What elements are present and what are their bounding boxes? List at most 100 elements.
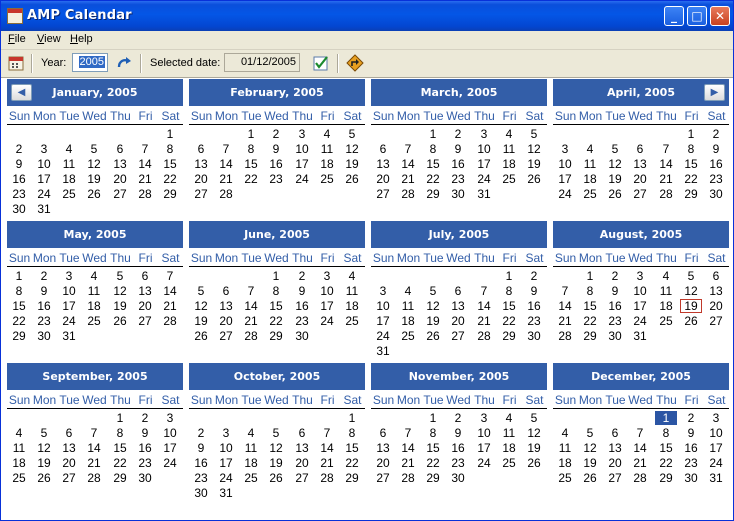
day-cell[interactable]: 7 (159, 269, 181, 283)
day-cell[interactable]: 23 (680, 456, 702, 470)
day-cell[interactable]: 22 (422, 172, 444, 186)
day-cell[interactable]: 15 (422, 157, 444, 171)
day-cell[interactable]: 7 (629, 426, 651, 440)
day-cell[interactable]: 7 (134, 142, 156, 156)
day-cell[interactable]: 26 (190, 329, 212, 343)
day-cell[interactable]: 29 (159, 187, 181, 201)
day-cell[interactable]: 29 (498, 329, 520, 343)
day-cell[interactable]: 27 (604, 471, 626, 485)
day-cell[interactable]: 25 (498, 172, 520, 186)
day-cell[interactable]: 2 (190, 426, 212, 440)
day-cell[interactable]: 12 (523, 426, 545, 440)
day-cell[interactable]: 5 (341, 127, 363, 141)
day-cell[interactable]: 20 (291, 456, 313, 470)
day-cell[interactable]: 21 (240, 314, 262, 328)
day-cell[interactable]: 30 (604, 329, 626, 343)
day-cell[interactable]: 13 (291, 441, 313, 455)
day-cell[interactable]: 8 (655, 426, 677, 440)
day-cell[interactable]: 4 (341, 269, 363, 283)
day-cell[interactable]: 10 (316, 284, 338, 298)
check-icon[interactable] (312, 54, 330, 72)
day-cell[interactable]: 15 (680, 157, 702, 171)
day-cell[interactable]: 14 (215, 157, 237, 171)
day-cell[interactable]: 10 (372, 299, 394, 313)
day-cell[interactable]: 2 (523, 269, 545, 283)
day-cell[interactable]: 7 (215, 142, 237, 156)
day-cell[interactable]: 19 (579, 456, 601, 470)
day-cell[interactable]: 5 (190, 284, 212, 298)
day-cell[interactable]: 5 (83, 142, 105, 156)
day-cell[interactable]: 15 (8, 299, 30, 313)
day-cell[interactable]: 28 (397, 187, 419, 201)
day-cell[interactable]: 19 (422, 314, 444, 328)
day-cell[interactable]: 10 (554, 157, 576, 171)
day-cell[interactable]: 7 (240, 284, 262, 298)
day-cell[interactable]: 7 (397, 142, 419, 156)
day-cell[interactable]: 4 (498, 411, 520, 425)
day-cell[interactable]: 26 (265, 471, 287, 485)
day-cell[interactable]: 3 (705, 411, 727, 425)
day-cell[interactable]: 30 (680, 471, 702, 485)
day-cell[interactable]: 12 (341, 142, 363, 156)
day-cell[interactable]: 12 (680, 284, 702, 298)
day-cell[interactable]: 26 (109, 314, 131, 328)
day-cell[interactable]: 22 (265, 314, 287, 328)
day-cell[interactable]: 8 (422, 142, 444, 156)
day-cell[interactable]: 21 (215, 172, 237, 186)
day-cell[interactable]: 1 (265, 269, 287, 283)
day-cell[interactable]: 20 (705, 299, 727, 313)
day-cell[interactable]: 6 (372, 142, 394, 156)
day-cell[interactable]: 6 (109, 142, 131, 156)
day-cell[interactable]: 24 (215, 471, 237, 485)
day-cell[interactable]: 26 (523, 456, 545, 470)
day-cell[interactable]: 5 (265, 426, 287, 440)
day-cell[interactable]: 3 (33, 142, 55, 156)
day-cell[interactable]: 14 (629, 441, 651, 455)
day-cell[interactable]: 17 (215, 456, 237, 470)
day-cell[interactable]: 12 (190, 299, 212, 313)
day-cell[interactable]: 4 (655, 269, 677, 283)
day-cell[interactable]: 13 (447, 299, 469, 313)
day-cell[interactable]: 6 (291, 426, 313, 440)
day-cell[interactable]: 25 (579, 187, 601, 201)
day-cell[interactable]: 6 (372, 426, 394, 440)
day-cell[interactable]: 4 (579, 142, 601, 156)
day-cell[interactable]: 13 (109, 157, 131, 171)
day-cell[interactable]: 1 (579, 269, 601, 283)
day-cell[interactable]: 11 (8, 441, 30, 455)
day-cell[interactable]: 14 (240, 299, 262, 313)
day-cell[interactable]: 28 (655, 187, 677, 201)
day-cell[interactable]: 2 (33, 269, 55, 283)
day-cell[interactable]: 5 (579, 426, 601, 440)
day-cell[interactable]: 6 (215, 284, 237, 298)
day-cell[interactable]: 18 (341, 299, 363, 313)
day-cell[interactable]: 24 (705, 456, 727, 470)
day-cell[interactable]: 30 (447, 471, 469, 485)
day-cell[interactable]: 17 (33, 172, 55, 186)
day-cell[interactable]: 31 (473, 187, 495, 201)
day-cell[interactable]: 8 (341, 426, 363, 440)
day-cell[interactable]: 9 (604, 284, 626, 298)
day-cell[interactable]: 31 (372, 344, 394, 358)
day-cell[interactable]: 18 (579, 172, 601, 186)
day-cell[interactable]: 27 (629, 187, 651, 201)
day-cell[interactable]: 15 (579, 299, 601, 313)
day-cell[interactable]: 19 (33, 456, 55, 470)
day-cell[interactable]: 19 (83, 172, 105, 186)
day-cell[interactable]: 23 (604, 314, 626, 328)
day-cell[interactable]: 1 (159, 127, 181, 141)
day-cell[interactable]: 20 (447, 314, 469, 328)
day-cell[interactable]: 15 (159, 157, 181, 171)
day-cell[interactable]: 21 (159, 299, 181, 313)
day-cell[interactable]: 26 (33, 471, 55, 485)
day-cell[interactable]: 28 (240, 329, 262, 343)
calendar-icon[interactable] (7, 54, 25, 72)
day-cell[interactable]: 3 (215, 426, 237, 440)
day-cell[interactable]: 14 (397, 157, 419, 171)
day-cell[interactable]: 17 (705, 441, 727, 455)
day-cell[interactable]: 11 (341, 284, 363, 298)
day-cell[interactable]: 24 (58, 314, 80, 328)
day-cell[interactable]: 27 (372, 471, 394, 485)
day-cell[interactable]: 14 (134, 157, 156, 171)
day-cell[interactable]: 16 (134, 441, 156, 455)
